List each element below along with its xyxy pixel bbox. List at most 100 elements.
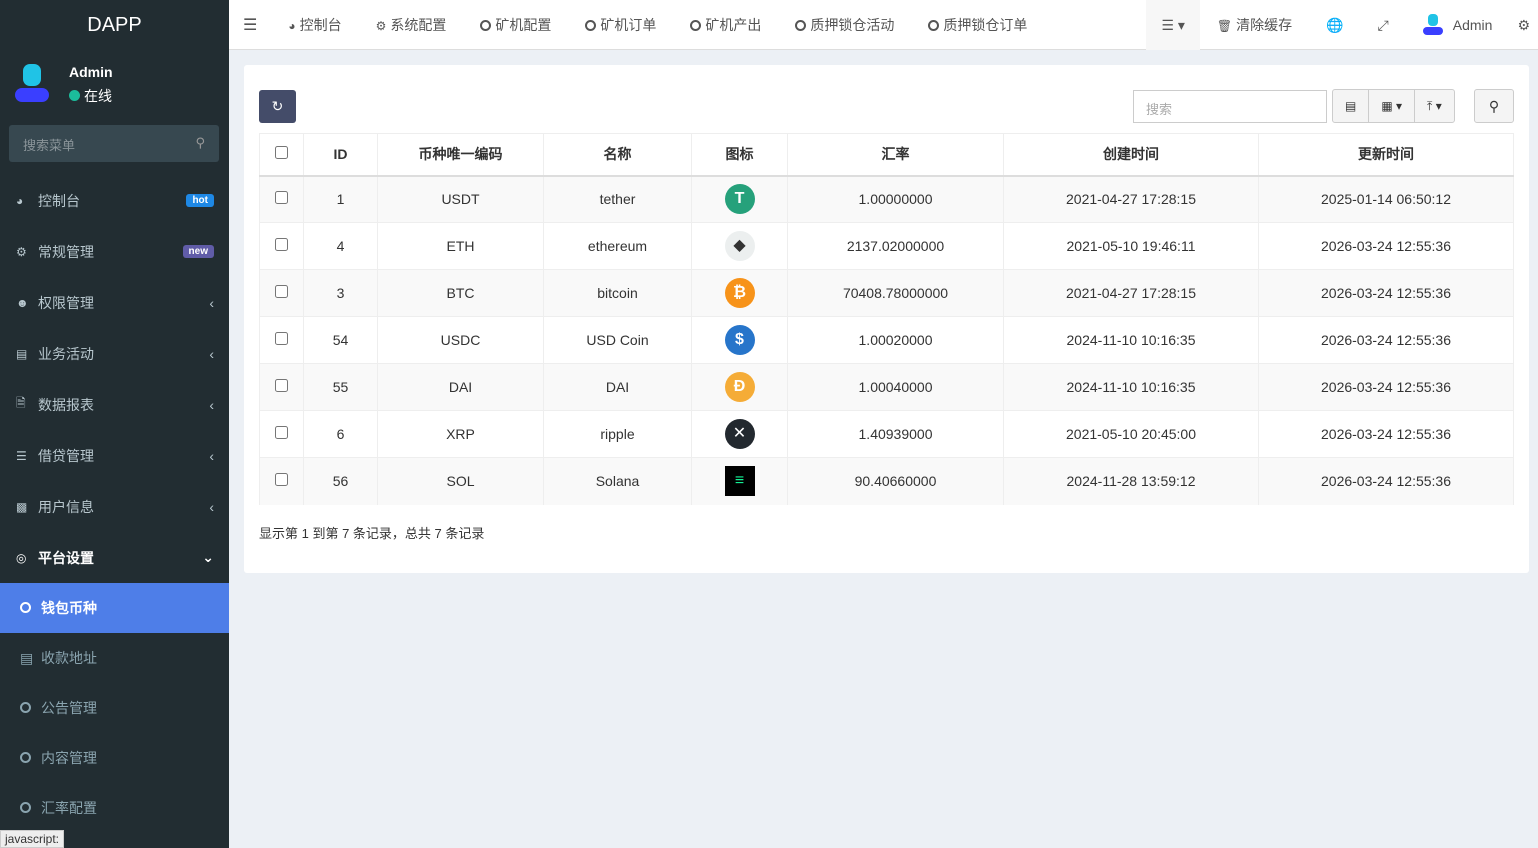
- app-logo[interactable]: DAPP: [0, 0, 229, 50]
- top-tab[interactable]: ⚙ 系统配置: [359, 15, 464, 35]
- row-checkbox[interactable]: [275, 285, 288, 298]
- cell-name: bitcoin: [543, 269, 692, 317]
- user-status: 在线: [69, 86, 112, 106]
- sidebar-item[interactable]: ◕ 控制台 hot: [0, 175, 229, 226]
- row-checkbox[interactable]: [275, 426, 288, 439]
- cell-created: 2021-04-27 17:28:15: [1003, 269, 1259, 317]
- search-icon: ⚲: [195, 135, 205, 150]
- chevron-down-icon: ⌄: [202, 549, 214, 565]
- column-header[interactable]: 图标: [691, 133, 788, 177]
- cell-id: 55: [303, 363, 378, 411]
- online-dot-icon: [69, 90, 80, 101]
- cell-updated: 2026-03-24 12:55:36: [1258, 410, 1514, 458]
- column-header[interactable]: 更新时间: [1258, 133, 1514, 177]
- row-select-cell: [259, 222, 304, 270]
- row-select-cell: [259, 175, 304, 223]
- table-row[interactable]: 55 DAI DAI Ð 1.00040000 2024-11-10 10:16:35 20…: [259, 363, 1514, 411]
- table-row[interactable]: 3 BTC bitcoin ₿ 70408.78000000 2021-04-27 17:…: [259, 269, 1514, 317]
- top-tab[interactable]: 矿机订单: [568, 15, 673, 35]
- translate-button[interactable]: 🌐: [1309, 0, 1360, 50]
- user-menu[interactable]: Admin: [1406, 0, 1510, 50]
- sidebar-item[interactable]: ▤ 业务活动 ‹: [0, 328, 229, 379]
- circle-icon: [690, 19, 702, 33]
- table-row[interactable]: 56 SOL Solana ≡ 90.40660000 2024-11-28 13:59:…: [259, 457, 1514, 505]
- export-button[interactable]: ⤒ ▾: [1415, 90, 1454, 122]
- row-checkbox[interactable]: [275, 332, 288, 345]
- cell-id: 4: [303, 222, 378, 270]
- cell-rate: 1.00000000: [787, 175, 1004, 223]
- grid-icon: ▦: [1381, 99, 1393, 113]
- cell-name: DAI: [543, 363, 692, 411]
- solana-coin-icon: ≡: [724, 466, 755, 497]
- circle-icon: [928, 19, 940, 33]
- translate-icon: 🌐: [1326, 16, 1344, 33]
- circle-icon: [20, 700, 41, 716]
- list-icon: ☰: [1161, 16, 1174, 33]
- table-row[interactable]: 6 XRP ripple ✕ 1.40939000 2021-05-10 20:45:00…: [259, 410, 1514, 458]
- row-checkbox[interactable]: [275, 473, 288, 487]
- top-tab[interactable]: ◕ 控制台: [271, 15, 358, 35]
- table-search-input[interactable]: 搜索: [1133, 90, 1327, 123]
- dashboard-icon: ◕: [288, 18, 296, 33]
- sidebar: DAPP Admin 在线 搜索菜单 ⚲ ◕ 控制台 hot ⚙ 常规管理 new ☻ 权限管理…: [0, 0, 229, 848]
- row-checkbox[interactable]: [275, 191, 288, 205]
- sidebar-subitem[interactable]: 内容管理: [0, 733, 229, 783]
- sidebar-item[interactable]: 🗎 数据报表 ‹: [0, 379, 229, 430]
- sidebar-item[interactable]: ▩ 用户信息 ‹: [0, 481, 229, 532]
- row-checkbox[interactable]: [275, 379, 288, 392]
- cog-icon: ⚙: [375, 18, 387, 33]
- clear-cache-button[interactable]: 🗑 清除缓存: [1200, 0, 1309, 50]
- table-row[interactable]: 4 ETH ethereum ◆ 2137.02000000 2021-05-10 19:…: [259, 222, 1514, 270]
- content-panel: ↻ 搜索 ▤ ▦ ▾ ⤒ ▾ ⚲ ID 币种唯一编码 名称 图标 汇率 创建时间 更新时间 …: [244, 65, 1529, 573]
- column-header[interactable]: 名称: [543, 133, 692, 177]
- sidebar-subitem[interactable]: 汇率配置: [0, 783, 229, 833]
- advanced-search-button[interactable]: ⚲: [1474, 89, 1514, 123]
- top-tab[interactable]: 质押锁仓订单: [911, 15, 1044, 35]
- cell-name: USD Coin: [543, 316, 692, 364]
- cogs-icon: ⚙: [1517, 16, 1530, 33]
- chevron-left-icon: ‹: [209, 294, 214, 311]
- cell-updated: 2026-03-24 12:55:36: [1258, 363, 1514, 411]
- sidebar-subitem[interactable]: 公告管理: [0, 683, 229, 733]
- columns-button[interactable]: ▦ ▾: [1369, 90, 1416, 122]
- cell-rate: 90.40660000: [787, 457, 1004, 505]
- table-row[interactable]: 54 USDC USD Coin $1.00020000 2024-11-10 10:1…: [259, 316, 1514, 364]
- expand-icon: ⤢: [1377, 16, 1389, 33]
- sidebar-item[interactable]: ◎ 平台设置 ⌄: [0, 532, 229, 583]
- user-avatar-icon: [1422, 13, 1443, 36]
- column-header[interactable]: 创建时间: [1003, 133, 1259, 177]
- sidebar-toggle[interactable]: ☰: [229, 15, 271, 35]
- row-select-cell: [259, 410, 304, 458]
- top-tab[interactable]: 矿机配置: [463, 15, 568, 35]
- table-row[interactable]: 1 USDT tether T 1.00000000 2021-04-27 17:28:1…: [259, 175, 1514, 223]
- top-navbar: ☰ ◕ 控制台 ⚙ 系统配置 矿机配置 矿机订单 矿机产出 质押锁仓活动 质押锁仓订单 ☰ ▾ …: [229, 0, 1538, 50]
- chevron-left-icon: ‹: [209, 498, 214, 515]
- user-card-icon: ▩: [16, 499, 28, 514]
- row-checkbox[interactable]: [275, 238, 288, 251]
- menu-dropdown-button[interactable]: ☰ ▾: [1146, 0, 1200, 50]
- table-toolbar: ▤ ▦ ▾ ⤒ ▾: [1332, 89, 1455, 123]
- cell-id: 56: [303, 457, 378, 505]
- column-header[interactable]: ID: [303, 133, 378, 177]
- cell-rate: 1.00020000: [787, 316, 1004, 364]
- sidebar-item[interactable]: ☻ 权限管理 ‹: [0, 277, 229, 328]
- sidebar-subitem[interactable]: ▤ 收款地址: [0, 633, 229, 683]
- refresh-button[interactable]: ↻: [259, 90, 296, 123]
- cell-icon: $: [691, 316, 788, 364]
- menu-search-input[interactable]: 搜索菜单 ⚲: [9, 125, 219, 162]
- top-tab[interactable]: 矿机产出: [673, 15, 778, 35]
- cell-name: Solana: [543, 457, 692, 505]
- select-all-checkbox[interactable]: [275, 146, 288, 160]
- sidebar-item[interactable]: ⚙ 常规管理 new: [0, 226, 229, 277]
- column-header[interactable]: 币种唯一编码: [377, 133, 544, 177]
- fullscreen-button[interactable]: ⤢: [1361, 0, 1406, 50]
- column-header[interactable]: 汇率: [787, 133, 1004, 177]
- cell-updated: 2026-03-24 12:55:36: [1258, 457, 1514, 505]
- sidebar-subitem[interactable]: 钱包币种: [0, 583, 229, 633]
- sidebar-item[interactable]: ☰ 借贷管理 ‹: [0, 430, 229, 481]
- settings-button[interactable]: ⚙: [1509, 0, 1538, 50]
- toggle-view-button[interactable]: ▤: [1333, 90, 1370, 122]
- top-tab[interactable]: 质押锁仓活动: [778, 15, 911, 35]
- chevron-left-icon: ‹: [209, 396, 214, 413]
- users-icon: ☻: [16, 295, 29, 310]
